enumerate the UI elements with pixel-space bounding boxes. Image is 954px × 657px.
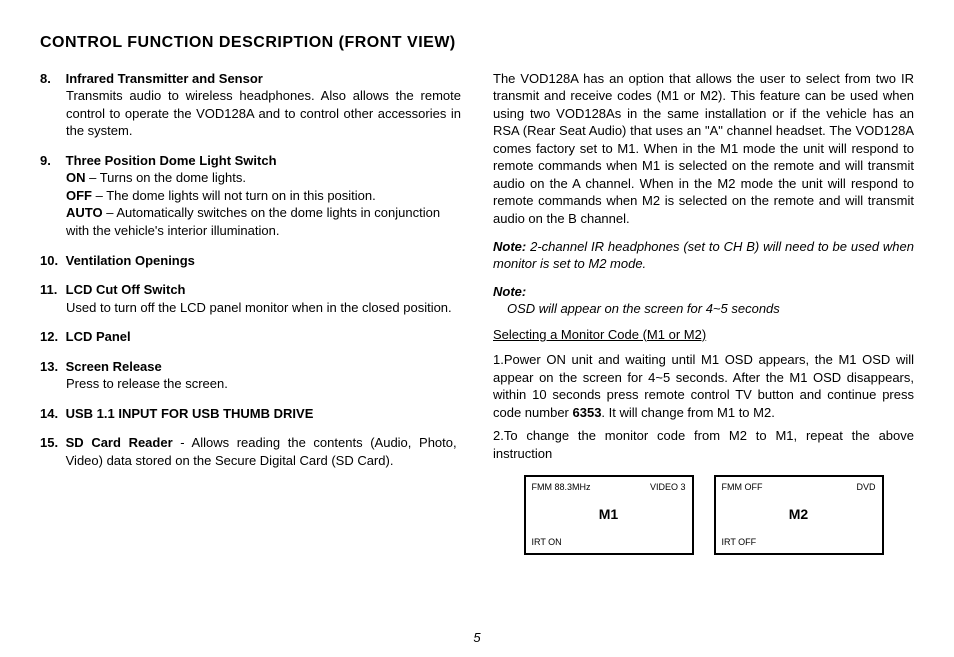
list-item-9: 9. Three Position Dome Light Switch ON –…	[40, 152, 461, 240]
note-1: Note: 2-channel IR headphones (set to CH…	[493, 238, 914, 273]
item-number: 14.	[40, 405, 62, 423]
item-content: LCD Panel	[66, 328, 457, 346]
item-content: USB 1.1 INPUT FOR USB THUMB DRIVE	[66, 405, 457, 423]
note-text: OSD will appear on the screen for 4~5 se…	[493, 300, 914, 318]
list-item-8: 8. Infrared Transmitter and Sensor Trans…	[40, 70, 461, 140]
item-heading: Ventilation Openings	[66, 253, 195, 268]
item-number: 12.	[40, 328, 62, 346]
right-column: The VOD128A has an option that allows th…	[493, 70, 914, 555]
item-number: 11.	[40, 281, 62, 299]
step-2: 2.To change the monitor code from M2 to …	[493, 427, 914, 462]
switch-option-on: ON – Turns on the dome lights.	[66, 169, 461, 187]
note-label: Note:	[493, 239, 526, 254]
option-text: – Turns on the dome lights.	[86, 170, 246, 185]
page-number: 5	[0, 629, 954, 647]
item-content: Screen Release	[66, 358, 457, 376]
left-column: 8. Infrared Transmitter and Sensor Trans…	[40, 70, 461, 555]
osd-box-m1: FMM 88.3MHz VIDEO 3 IRT ON M1	[524, 475, 694, 555]
osd-center: M2	[716, 477, 882, 553]
option-label: AUTO	[66, 205, 103, 220]
list-item-15: 15. SD Card Reader - Allows reading the …	[40, 434, 461, 469]
step-text: . It will change from M1 to M2.	[601, 405, 774, 420]
item-body: Transmits audio to wireless headphones. …	[40, 87, 461, 140]
item-body: ON – Turns on the dome lights. OFF – The…	[40, 169, 461, 239]
item-content: SD Card Reader - Allows reading the cont…	[66, 434, 457, 469]
list-item-14: 14. USB 1.1 INPUT FOR USB THUMB DRIVE	[40, 405, 461, 423]
osd-box-m2: FMM OFF DVD IRT OFF M2	[714, 475, 884, 555]
sub-heading: Selecting a Monitor Code (M1 or M2)	[493, 326, 914, 344]
item-number: 9.	[40, 152, 62, 170]
document-page: CONTROL FUNCTION DESCRIPTION (FRONT VIEW…	[0, 0, 954, 657]
item-number: 10.	[40, 252, 62, 270]
list-item-12: 12. LCD Panel	[40, 328, 461, 346]
list-item-10: 10. Ventilation Openings	[40, 252, 461, 270]
page-title: CONTROL FUNCTION DESCRIPTION (FRONT VIEW…	[40, 32, 914, 54]
item-heading: Three Position Dome Light Switch	[66, 153, 277, 168]
option-text: – The dome lights will not turn on in th…	[92, 188, 376, 203]
intro-paragraph: The VOD128A has an option that allows th…	[493, 70, 914, 228]
item-content: Three Position Dome Light Switch	[66, 152, 457, 170]
item-heading: USB 1.1 INPUT FOR USB THUMB DRIVE	[66, 406, 314, 421]
option-label: OFF	[66, 188, 92, 203]
step-code: 6353	[573, 405, 602, 420]
item-heading: Infrared Transmitter and Sensor	[66, 71, 263, 86]
item-number: 8.	[40, 70, 62, 88]
list-item-13: 13. Screen Release Press to release the …	[40, 358, 461, 393]
item-content: Infrared Transmitter and Sensor	[66, 70, 457, 88]
note-label: Note:	[493, 283, 914, 301]
switch-option-off: OFF – The dome lights will not turn on i…	[66, 187, 461, 205]
two-column-layout: 8. Infrared Transmitter and Sensor Trans…	[40, 70, 914, 555]
item-heading: SD Card Reader	[66, 435, 173, 450]
item-heading: LCD Panel	[66, 329, 131, 344]
option-text: – Automatically switches on the dome lig…	[66, 205, 440, 238]
item-body: Press to release the screen.	[40, 375, 461, 393]
osd-row: FMM 88.3MHz VIDEO 3 IRT ON M1 FMM OFF DV…	[493, 475, 914, 555]
option-label: ON	[66, 170, 86, 185]
item-number: 15.	[40, 434, 62, 452]
switch-option-auto: AUTO – Automatically switches on the dom…	[66, 204, 461, 239]
item-content: Ventilation Openings	[66, 252, 457, 270]
item-heading: Screen Release	[66, 359, 162, 374]
steps-list: 1.Power ON unit and waiting until M1 OSD…	[493, 351, 914, 462]
osd-center: M1	[526, 477, 692, 553]
item-heading: LCD Cut Off Switch	[66, 282, 186, 297]
step-1: 1.Power ON unit and waiting until M1 OSD…	[493, 351, 914, 421]
note-2: Note: OSD will appear on the screen for …	[493, 283, 914, 318]
item-content: LCD Cut Off Switch	[66, 281, 457, 299]
note-text: 2-channel IR headphones (set to CH B) wi…	[493, 239, 914, 272]
item-body: Used to turn off the LCD panel monitor w…	[40, 299, 461, 317]
list-item-11: 11. LCD Cut Off Switch Used to turn off …	[40, 281, 461, 316]
item-number: 13.	[40, 358, 62, 376]
